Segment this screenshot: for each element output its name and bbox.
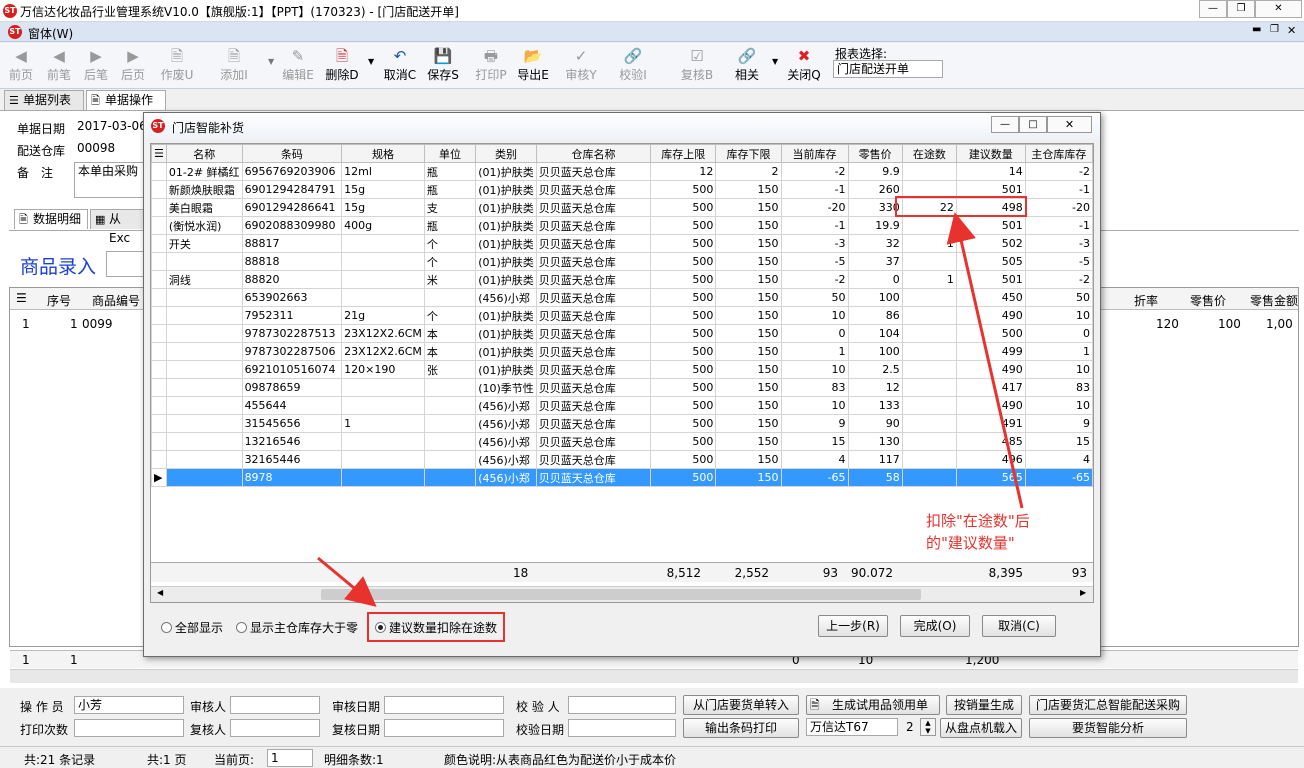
annotation-text: 扣除"在途数"后 的"建议数量"	[926, 512, 1030, 552]
arrow-to-cells	[946, 212, 1024, 509]
arrow-to-radio	[317, 556, 377, 607]
annotation-arrows	[317, 212, 1024, 607]
